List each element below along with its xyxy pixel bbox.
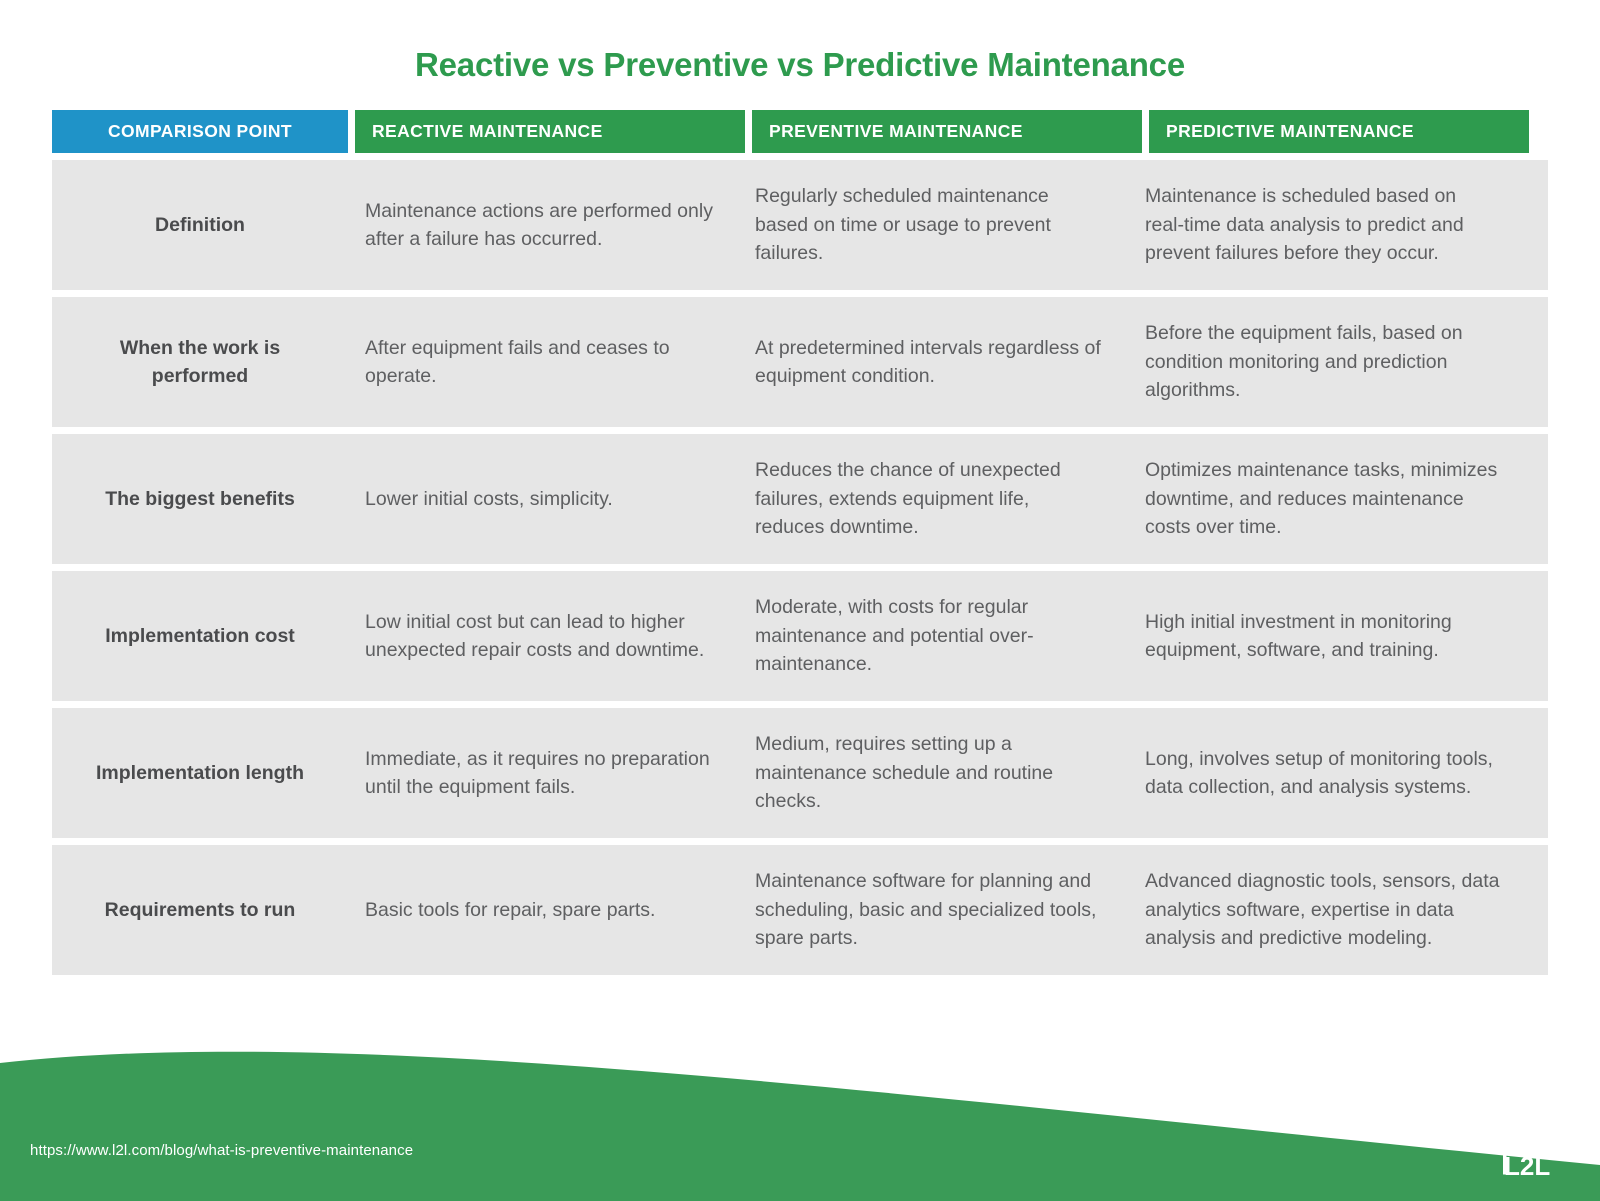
row-label: Implementation length — [95, 761, 304, 784]
row-label: Definition — [155, 213, 245, 236]
column-header-predictive-maintenance: PREDICTIVE MAINTENANCE — [1149, 109, 1529, 153]
l2l-logo: L2L — [1503, 1111, 1558, 1179]
cell-reactive: Immediate, as it requires no preparation… — [365, 747, 710, 798]
row-label: Requirements to run — [104, 898, 296, 921]
cell-predictive: Advanced diagnostic tools, sensors, data… — [1145, 870, 1500, 949]
cell-reactive: Maintenance actions are performed only a… — [365, 199, 713, 250]
infographic-page: Reactive vs Preventive vs Predictive Mai… — [0, 0, 1600, 1201]
table-body: Definition Maintenance actions are perfo… — [52, 159, 1548, 975]
row-label: When the work is performed — [119, 336, 281, 387]
cell-preventive: At predetermined intervals regardless of… — [755, 336, 1101, 387]
cell-reactive: Basic tools for repair, spare parts. — [365, 898, 656, 921]
footer-wave-shape — [0, 1051, 1600, 1201]
logo-text: L2L — [1504, 1151, 1550, 1179]
table-row: Requirements to run Basic tools for repa… — [52, 844, 1548, 975]
cell-preventive: Maintenance software for planning and sc… — [755, 870, 1097, 949]
table-row: Implementation cost Low initial cost but… — [52, 570, 1548, 701]
cell-predictive: Before the equipment fails, based on con… — [1145, 322, 1463, 401]
column-header-comparison-point: COMPARISON POINT — [52, 109, 348, 153]
cell-predictive: High initial investment in monitoring eq… — [1145, 610, 1452, 661]
source-url[interactable]: https://www.l2l.com/blog/what-is-prevent… — [30, 1142, 413, 1159]
column-header-preventive-maintenance: PREVENTIVE MAINTENANCE — [752, 109, 1142, 153]
cell-preventive: Reduces the chance of unexpected failure… — [755, 459, 1061, 538]
cell-preventive: Regularly scheduled maintenance based on… — [755, 185, 1051, 264]
page-title: Reactive vs Preventive vs Predictive Mai… — [415, 46, 1185, 83]
column-header-reactive-maintenance: REACTIVE MAINTENANCE — [355, 109, 745, 153]
row-label: The biggest benefits — [105, 487, 295, 510]
cell-predictive: Maintenance is scheduled based on real-t… — [1145, 185, 1464, 264]
cell-reactive: Lower initial costs, simplicity. — [365, 487, 613, 510]
cell-reactive: Low initial cost but can lead to higher … — [365, 610, 705, 661]
cell-preventive: Medium, requires setting up a maintenanc… — [755, 733, 1054, 812]
cell-predictive: Long, involves setup of monitoring tools… — [1145, 747, 1493, 798]
table-row: The biggest benefits Lower initial costs… — [52, 433, 1548, 564]
table-row: Definition Maintenance actions are perfo… — [52, 159, 1548, 290]
cell-predictive: Optimizes maintenance tasks, minimizes d… — [1145, 459, 1498, 538]
table-header-row: COMPARISON POINT REACTIVE MAINTENANCE PR… — [52, 109, 1548, 153]
cell-preventive: Moderate, with costs for regular mainten… — [755, 596, 1034, 675]
comparison-table: COMPARISON POINT REACTIVE MAINTENANCE PR… — [52, 109, 1548, 975]
table-row: Implementation length Immediate, as it r… — [52, 707, 1548, 838]
footer-banner: https://www.l2l.com/blog/what-is-prevent… — [0, 1041, 1600, 1201]
table-row: When the work is performed After equipme… — [52, 296, 1548, 427]
growth-curve-icon — [1504, 1111, 1558, 1149]
row-label: Implementation cost — [105, 624, 295, 647]
cell-reactive: After equipment fails and ceases to oper… — [365, 336, 670, 387]
